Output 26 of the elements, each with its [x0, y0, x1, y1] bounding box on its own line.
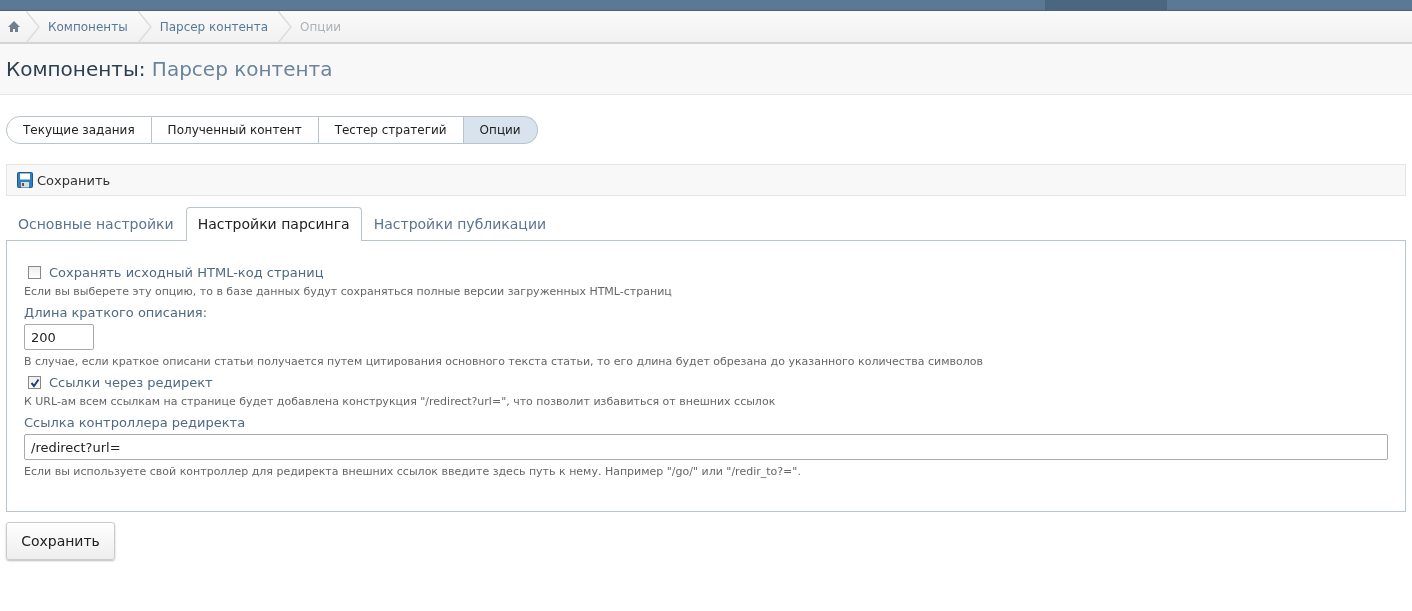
option-hint: В случае, если краткое описани статьи получается путем цитирования основного текста статьи, то его длина будет обрезана до указанного количества символов: [24, 355, 984, 368]
page-title: Компоненты:: [6, 57, 146, 81]
input-field[interactable]: /redirect?url=: [24, 434, 1388, 460]
option-label: Длина краткого описания:: [24, 305, 209, 320]
option-label: Ссылки через редирект: [49, 375, 213, 390]
option-label: Ссылка контроллера редиректа: [24, 415, 247, 430]
save-button[interactable]: Сохранить: [6, 522, 115, 560]
option-hint: Если вы выберете эту опцию, то в базе данных будут сохраняться полные версии загруженных HTML-страниц: [24, 285, 673, 298]
save-toolbar-button[interactable]: Сохранить: [17, 172, 111, 188]
checkbox[interactable]: [28, 376, 41, 389]
option-hint: К URL-ам всем ссылкам на странице будет добавлена конструкция "/redirect?url=", что позволит избавиться от внешних ссылок: [24, 395, 777, 408]
breadcrumb-link[interactable]: Парсер контента: [159, 19, 269, 34]
option-label: Сохранять исходный HTML-код страниц: [49, 265, 324, 280]
option-hint: Если вы используете свой контроллер для редиректа внешних ссылок введите здесь путь к нему. Например "/go/" или "/redir_to?=".: [24, 465, 802, 478]
input-field[interactable]: 200: [24, 324, 94, 350]
breadcrumb-link[interactable]: Компоненты: [48, 19, 128, 34]
settings-tab[interactable]: Настройки парсинга: [185, 207, 362, 241]
tab[interactable]: Текущие задания: [6, 116, 152, 144]
tab[interactable]: Полученный контент: [151, 116, 319, 144]
tab[interactable]: Опции: [463, 116, 538, 144]
page-subtitle: Парсер контента: [151, 57, 333, 81]
home-icon[interactable]: [8, 21, 20, 32]
tab[interactable]: Тестер стратегий: [318, 116, 464, 144]
settings-tab[interactable]: Основные настройки: [6, 207, 186, 240]
checkbox[interactable]: [28, 266, 41, 279]
settings-tab[interactable]: Настройки публикации: [361, 207, 559, 240]
